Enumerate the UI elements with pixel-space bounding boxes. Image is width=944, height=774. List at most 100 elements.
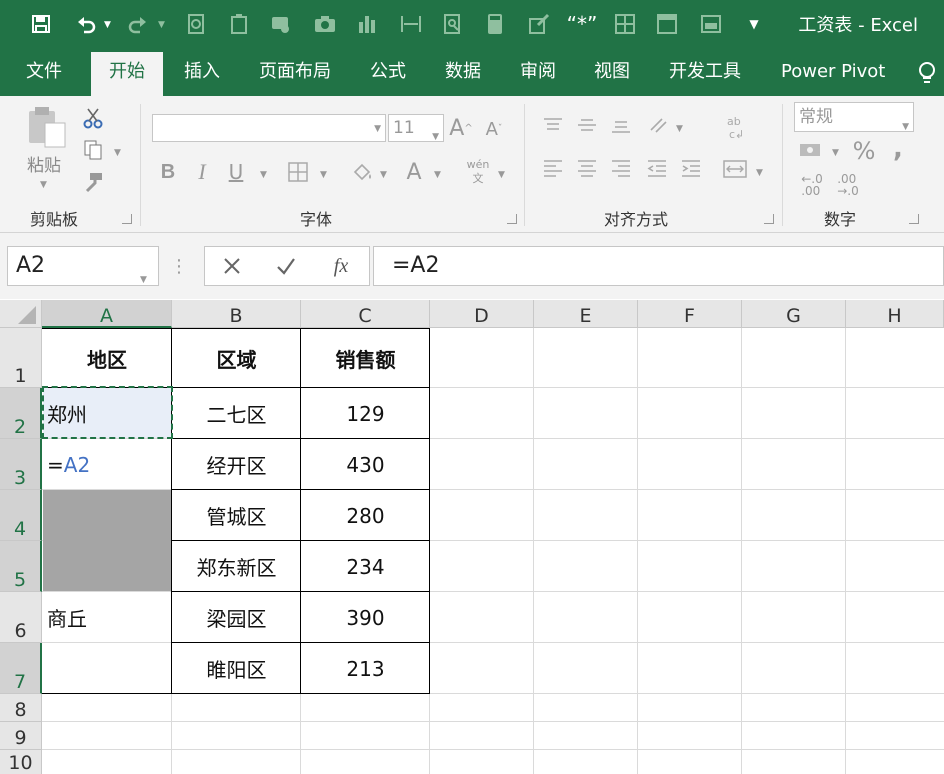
row-header-9[interactable]: 9 bbox=[0, 722, 42, 750]
row-header-4[interactable]: 4 bbox=[0, 490, 42, 541]
tab-view[interactable]: 视图 bbox=[594, 48, 630, 96]
column-header-d[interactable]: D bbox=[430, 300, 534, 328]
align-top-icon[interactable] bbox=[540, 114, 566, 136]
row-header-1[interactable]: 1 bbox=[0, 328, 42, 388]
row-header-10[interactable]: 10 bbox=[0, 750, 42, 774]
decrease-indent-icon[interactable] bbox=[644, 158, 670, 180]
cell-b3[interactable]: 经开区 bbox=[172, 439, 301, 490]
increase-font-icon[interactable]: A ^ bbox=[448, 114, 474, 142]
tab-review[interactable]: 审阅 bbox=[520, 48, 556, 96]
cell-a6[interactable]: 商丘 bbox=[47, 592, 167, 643]
cut-icon[interactable] bbox=[80, 106, 106, 130]
cell-c3[interactable]: 430 bbox=[301, 439, 430, 490]
formula-input[interactable]: =A2 bbox=[373, 246, 944, 286]
enter-formula-icon[interactable] bbox=[273, 253, 299, 279]
cell-a1[interactable]: 地区 bbox=[42, 329, 172, 387]
percent-style-button[interactable]: % bbox=[850, 136, 878, 166]
underline-dropdown-icon[interactable]: ▼ bbox=[260, 170, 267, 180]
align-bottom-icon[interactable] bbox=[608, 116, 634, 138]
row-header-7[interactable]: 7 bbox=[0, 643, 42, 694]
phonetic-icon[interactable]: wén 文 bbox=[464, 156, 492, 188]
cell-b2[interactable]: 二七区 bbox=[172, 388, 301, 439]
merged-cell-a4-a5[interactable] bbox=[43, 490, 171, 591]
wildcard-icon[interactable]: “*” bbox=[567, 10, 598, 38]
borders-icon[interactable] bbox=[284, 158, 312, 186]
chart-icon[interactable] bbox=[354, 10, 380, 38]
number-format-box[interactable]: 常规 ▼ bbox=[794, 102, 914, 132]
column-header-g[interactable]: G bbox=[742, 300, 846, 328]
orientation-dropdown-icon[interactable]: ▼ bbox=[676, 124, 683, 134]
wrap-text-icon[interactable]: ab c↲ bbox=[724, 112, 748, 142]
cell-a3[interactable]: = A2 bbox=[47, 439, 167, 490]
tab-formulas[interactable]: 公式 bbox=[370, 48, 406, 96]
row-header-2[interactable]: 2 bbox=[0, 388, 42, 439]
select-all-button[interactable] bbox=[0, 300, 42, 328]
paste-icon[interactable] bbox=[24, 106, 70, 150]
save-icon[interactable] bbox=[28, 10, 54, 38]
column-header-f[interactable]: F bbox=[638, 300, 742, 328]
name-box-dropdown-icon[interactable]: ▼ bbox=[140, 261, 147, 299]
cell-b7[interactable]: 睢阳区 bbox=[172, 643, 301, 694]
paste-label[interactable]: 粘贴 bbox=[24, 152, 64, 176]
orientation-icon[interactable] bbox=[646, 114, 672, 136]
print-preview-icon[interactable] bbox=[184, 10, 210, 38]
window-icon[interactable] bbox=[698, 10, 724, 38]
decrease-decimal-button[interactable]: .00 →.0 bbox=[832, 172, 864, 198]
number-launcher-icon[interactable] bbox=[909, 214, 919, 224]
clipboard-launcher-icon[interactable] bbox=[122, 214, 132, 224]
redo-dropdown-icon[interactable]: ▼ bbox=[158, 20, 165, 30]
camera-icon[interactable] bbox=[312, 10, 338, 38]
italic-button[interactable]: I bbox=[190, 158, 214, 186]
merge-dropdown-icon[interactable]: ▼ bbox=[756, 168, 763, 178]
align-left-icon[interactable] bbox=[540, 158, 566, 180]
font-color-button[interactable]: A bbox=[400, 158, 428, 186]
column-header-h[interactable]: H bbox=[846, 300, 944, 328]
accounting-format-icon[interactable] bbox=[796, 138, 826, 164]
calculator-icon[interactable] bbox=[482, 10, 508, 38]
fill-color-dropdown-icon[interactable]: ▼ bbox=[380, 170, 387, 180]
formula-bar-grip-icon[interactable]: ⋮ bbox=[170, 254, 188, 278]
column-header-b[interactable]: B bbox=[172, 300, 301, 328]
cancel-formula-icon[interactable] bbox=[219, 253, 245, 279]
column-header-c[interactable]: C bbox=[301, 300, 430, 328]
cell-b5[interactable]: 郑东新区 bbox=[172, 541, 301, 592]
cell-c6[interactable]: 390 bbox=[301, 592, 430, 643]
borders-icon[interactable] bbox=[612, 10, 638, 38]
tab-page-layout[interactable]: 页面布局 bbox=[259, 48, 331, 96]
borders-dropdown-icon[interactable]: ▼ bbox=[320, 170, 327, 180]
tab-file[interactable]: 文件 bbox=[26, 48, 62, 96]
cell-b1[interactable]: 区域 bbox=[172, 329, 301, 387]
cell-c4[interactable]: 280 bbox=[301, 490, 430, 541]
increase-decimal-button[interactable]: ←.0 .00 bbox=[796, 172, 828, 198]
font-color-dropdown-icon[interactable]: ▼ bbox=[434, 170, 441, 180]
undo-dropdown-icon[interactable]: ▼ bbox=[104, 20, 111, 30]
tab-developer[interactable]: 开发工具 bbox=[669, 48, 741, 96]
comma-style-button[interactable]: , bbox=[886, 134, 910, 164]
cell-c5[interactable]: 234 bbox=[301, 541, 430, 592]
tab-power-pivot[interactable]: Power Pivot bbox=[781, 48, 885, 96]
row-header-5[interactable]: 5 bbox=[0, 541, 42, 592]
redo-icon[interactable] bbox=[126, 10, 152, 38]
row-header-3[interactable]: 3 bbox=[0, 439, 42, 490]
paste-special-icon[interactable] bbox=[226, 10, 252, 38]
merge-center-icon[interactable] bbox=[720, 158, 750, 180]
lightbulb-icon[interactable] bbox=[914, 60, 940, 88]
edit-icon[interactable] bbox=[526, 10, 552, 38]
alignment-launcher-icon[interactable] bbox=[764, 214, 774, 224]
phonetic-dropdown-icon[interactable]: ▼ bbox=[498, 170, 505, 180]
column-header-e[interactable]: E bbox=[534, 300, 638, 328]
column-header-a[interactable]: A bbox=[42, 300, 172, 328]
align-right-icon[interactable] bbox=[608, 158, 634, 180]
insert-function-icon[interactable]: fx bbox=[327, 253, 355, 279]
cell-c1[interactable]: 销售额 bbox=[301, 329, 430, 387]
cell-b6[interactable]: 梁园区 bbox=[172, 592, 301, 643]
name-box[interactable]: A2 ▼ bbox=[7, 246, 159, 286]
fill-color-icon[interactable] bbox=[348, 158, 376, 186]
copy-icon[interactable] bbox=[80, 138, 106, 162]
font-name-dropdown-icon[interactable]: ▼ bbox=[374, 124, 381, 134]
frame-icon[interactable] bbox=[654, 10, 680, 38]
row-header-6[interactable]: 6 bbox=[0, 592, 42, 643]
font-size-box[interactable]: 11 ▼ bbox=[388, 114, 444, 142]
column-width-icon[interactable] bbox=[398, 10, 424, 38]
undo-icon[interactable] bbox=[72, 10, 98, 38]
